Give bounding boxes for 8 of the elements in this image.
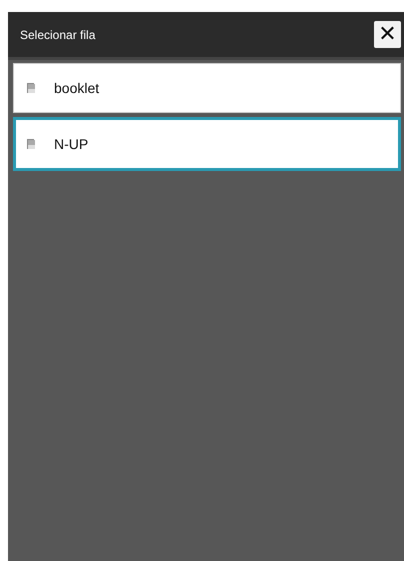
dialog-title: Selecionar fila [20, 28, 96, 42]
queue-name: N-UP [54, 136, 88, 152]
queue-item[interactable]: booklet [13, 63, 401, 113]
queue-item[interactable]: N-UP [13, 117, 401, 171]
close-button[interactable]: ✕ [374, 21, 401, 48]
document-stack-icon [26, 82, 36, 94]
document-stack-icon [26, 138, 36, 150]
queue-name: booklet [54, 80, 100, 96]
